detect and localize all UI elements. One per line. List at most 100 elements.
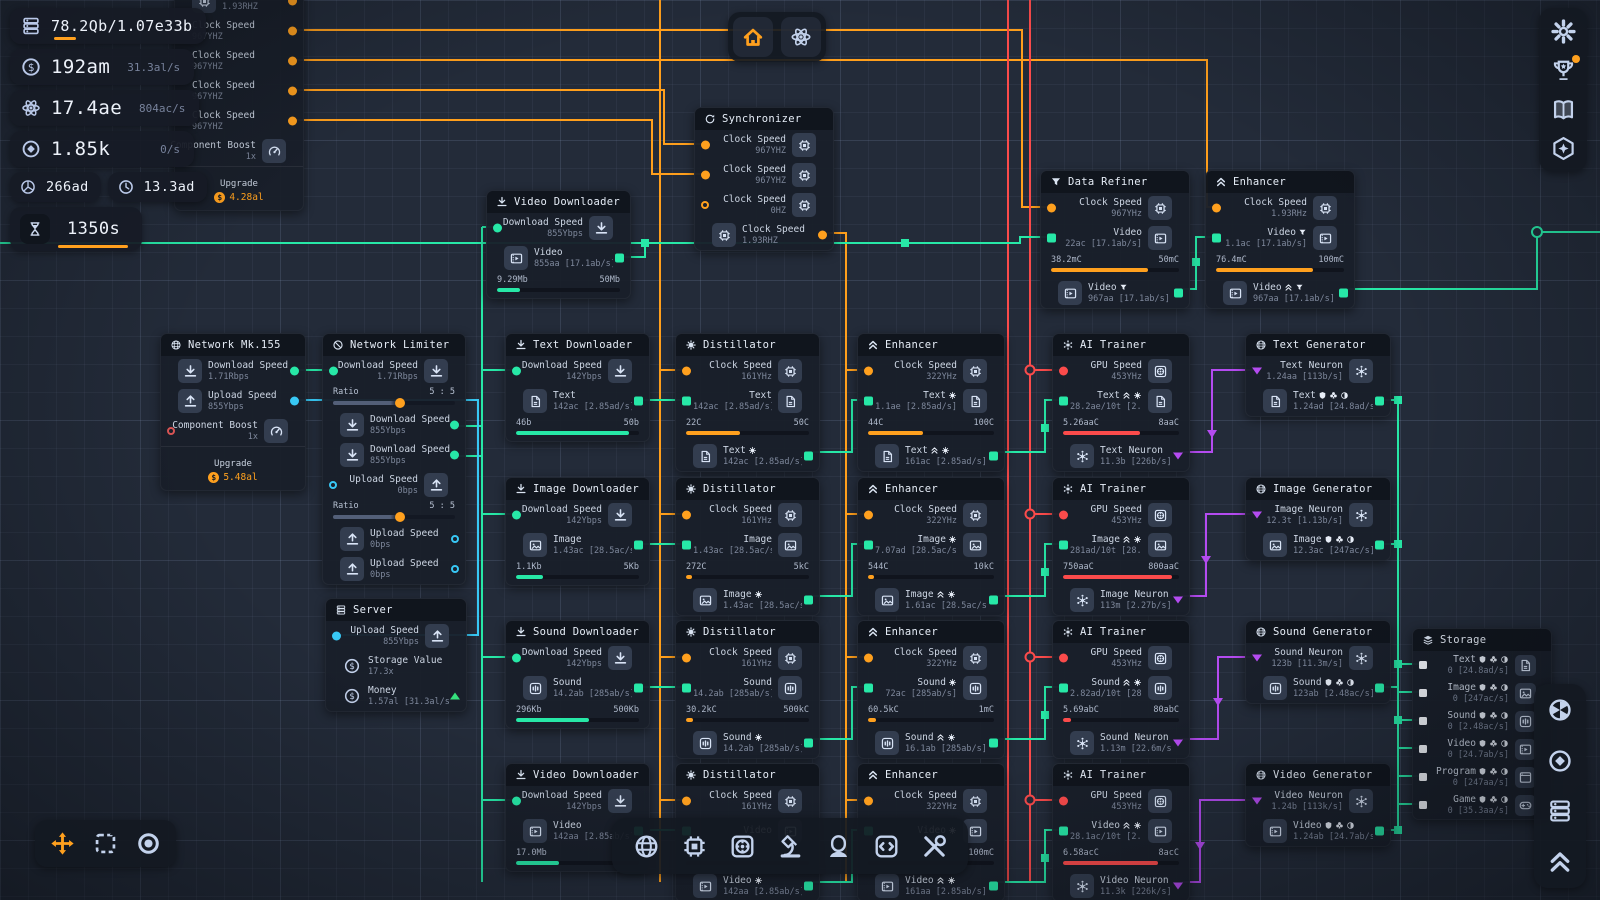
port-clock-speed[interactable]: Clock Speed322YHz: [858, 643, 1004, 673]
node-enhancer[interactable]: EnhancerClock Speed322YHzSound72ac [285a…: [857, 620, 1005, 759]
resource-pill-server[interactable]: 78.2Qb/1.07e33b: [10, 8, 206, 44]
port-clock-speed[interactable]: Clock Speed322YHz: [858, 500, 1004, 530]
output-dot[interactable]: [288, 57, 297, 66]
input-dot[interactable]: [329, 481, 337, 489]
port-video-neuron[interactable]: Video Neuron11.3k [226k/s]: [1053, 871, 1189, 900]
node-enhancer[interactable]: EnhancerClock Speed322YHzImage7.07ad [28…: [857, 477, 1005, 616]
node-graph-canvas[interactable]: OverclockerClock Speed1.93RHZClock Speed…: [0, 0, 1600, 900]
input-dot[interactable]: [701, 201, 709, 209]
node-ai-trainer[interactable]: AI TrainerGPU Speed453YHzSound2.82ad/10t…: [1052, 620, 1190, 759]
input-dot[interactable]: [701, 141, 710, 150]
input-dot[interactable]: [512, 511, 521, 520]
port-sound-neuron[interactable]: Sound Neuron123b [11.3m/s]: [1246, 643, 1390, 673]
input-dot[interactable]: [1059, 654, 1068, 663]
input-dot[interactable]: [864, 684, 873, 693]
input-dot[interactable]: [1059, 397, 1068, 406]
port-text[interactable]: Text0 [24.8ad/s]: [1413, 651, 1551, 679]
input-dot[interactable]: [1047, 204, 1056, 213]
port-clock-speed[interactable]: Clock Speed161YHz: [676, 356, 819, 386]
node-storage[interactable]: StorageText0 [24.8ad/s]Image0 [247ac/s]S…: [1412, 628, 1552, 820]
input-dot[interactable]: [1419, 745, 1427, 753]
input-dot[interactable]: [682, 797, 691, 806]
output-dot[interactable]: [989, 739, 998, 748]
port-gpu-speed[interactable]: GPU Speed453YHz: [1053, 356, 1189, 386]
port-download-speed[interactable]: Download Speed855Ybps: [487, 213, 630, 243]
globe-button[interactable]: [632, 832, 661, 861]
port-text[interactable]: Text161ac [2.85ad/s]: [858, 441, 1004, 471]
port-video[interactable]: Video967aa [17.1ab/s]: [1041, 278, 1189, 308]
input-dot[interactable]: [1252, 655, 1262, 662]
input-dot[interactable]: [1059, 367, 1068, 376]
node-text-downloader[interactable]: Text DownloaderDownload Speed142YbpsText…: [505, 333, 650, 442]
node-video-generator[interactable]: Video GeneratorVideo Neuron1.24b [113k/s…: [1245, 763, 1391, 847]
input-dot[interactable]: [682, 511, 691, 520]
port-download-speed[interactable]: Download Speed855Ybps: [323, 410, 465, 440]
port-text-neuron[interactable]: Text Neuron11.3b [226b/s]: [1053, 441, 1189, 471]
node-distillator[interactable]: DistillatorClock Speed161YHzText142ac [2…: [675, 333, 820, 472]
shutter-button[interactable]: [1546, 696, 1574, 724]
output-dot[interactable]: [450, 421, 459, 430]
output-dot[interactable]: [1375, 684, 1384, 693]
output-dot[interactable]: [1339, 289, 1348, 298]
book-button[interactable]: [1550, 96, 1577, 123]
output-dot[interactable]: [451, 535, 459, 543]
input-dot[interactable]: [1059, 827, 1068, 836]
resource-pill-pie[interactable]: 266ad: [10, 172, 101, 202]
port-sound[interactable]: Sound72ac [285ab/s]: [858, 673, 1004, 703]
port-image[interactable]: Image7.07ad [28.5ac/s]: [858, 530, 1004, 560]
node-image-downloader[interactable]: Image DownloaderDownload Speed142YbpsIma…: [505, 477, 650, 586]
output-dot[interactable]: [1173, 740, 1183, 747]
input-dot[interactable]: [512, 654, 521, 663]
port-text[interactable]: Text142ac [2.85ad/s]: [676, 386, 819, 416]
output-dot[interactable]: [804, 739, 813, 748]
output-dot[interactable]: [451, 565, 459, 573]
port-video[interactable]: Video855aa [17.1ab/s]: [487, 243, 630, 273]
input-dot[interactable]: [864, 541, 873, 550]
output-dot[interactable]: [989, 596, 998, 605]
input-dot[interactable]: [1419, 661, 1427, 669]
input-dot[interactable]: [1419, 801, 1427, 809]
ratio-slider[interactable]: [333, 515, 455, 519]
output-dot[interactable]: [804, 882, 813, 891]
port-video-neuron[interactable]: Video Neuron1.24b [113k/s]: [1246, 786, 1390, 816]
node-distillator[interactable]: DistillatorClock Speed161YHzSound14.2ab …: [675, 620, 820, 759]
port-sound[interactable]: Sound14.2ab [285ab/s]: [676, 728, 819, 758]
output-dot[interactable]: [1174, 289, 1183, 298]
output-dot[interactable]: [804, 452, 813, 461]
input-dot[interactable]: [682, 684, 691, 693]
port-upload-speed[interactable]: Upload Speed855Ybps: [326, 621, 466, 651]
port-video[interactable]: Video161aa [2.85ab/s]: [858, 871, 1004, 900]
input-dot[interactable]: [864, 654, 873, 663]
input-dot[interactable]: [682, 367, 691, 376]
input-dot[interactable]: [1252, 368, 1262, 375]
ratio-slider[interactable]: [333, 401, 455, 405]
output-dot[interactable]: [615, 254, 624, 263]
ratio-slider-knob[interactable]: [395, 398, 405, 408]
output-dot[interactable]: [634, 397, 643, 406]
input-dot[interactable]: [1419, 689, 1427, 697]
move-button[interactable]: [49, 830, 76, 857]
port-video[interactable]: Video142aa [2.85ab/s]: [676, 871, 819, 900]
input-dot[interactable]: [1419, 717, 1427, 725]
port-clock-speed[interactable]: Clock Speed322YHz: [858, 786, 1004, 816]
input-dot[interactable]: [512, 367, 521, 376]
input-dot[interactable]: [864, 511, 873, 520]
node-enhancer[interactable]: EnhancerClock Speed1.93RHzVideo1.1ac [17…: [1205, 170, 1355, 309]
chip-button[interactable]: [680, 832, 709, 861]
port-video[interactable]: Video0 [24.7ab/s]: [1413, 735, 1551, 763]
input-dot[interactable]: [864, 397, 873, 406]
input-dot[interactable]: [1252, 798, 1262, 805]
input-dot[interactable]: [682, 541, 691, 550]
input-dot[interactable]: [1059, 797, 1068, 806]
output-dot[interactable]: [634, 684, 643, 693]
port-clock-speed[interactable]: Clock Speed161YHz: [676, 786, 819, 816]
output-dot[interactable]: [1173, 597, 1183, 604]
node-sound-generator[interactable]: Sound GeneratorSound Neuron123b [11.3m/s…: [1245, 620, 1391, 704]
input-dot[interactable]: [512, 797, 521, 806]
port-text[interactable]: Text1.24ad [24.8ad/s]: [1246, 386, 1390, 416]
node-enhancer[interactable]: EnhancerClock Speed322YHzText1.1ae [2.85…: [857, 333, 1005, 472]
output-dot[interactable]: [288, 117, 297, 126]
microscope-button[interactable]: [776, 832, 805, 861]
port-text[interactable]: Text28.2ae/10t [2.85ad/s]: [1053, 386, 1189, 416]
output-dot[interactable]: [818, 231, 827, 240]
